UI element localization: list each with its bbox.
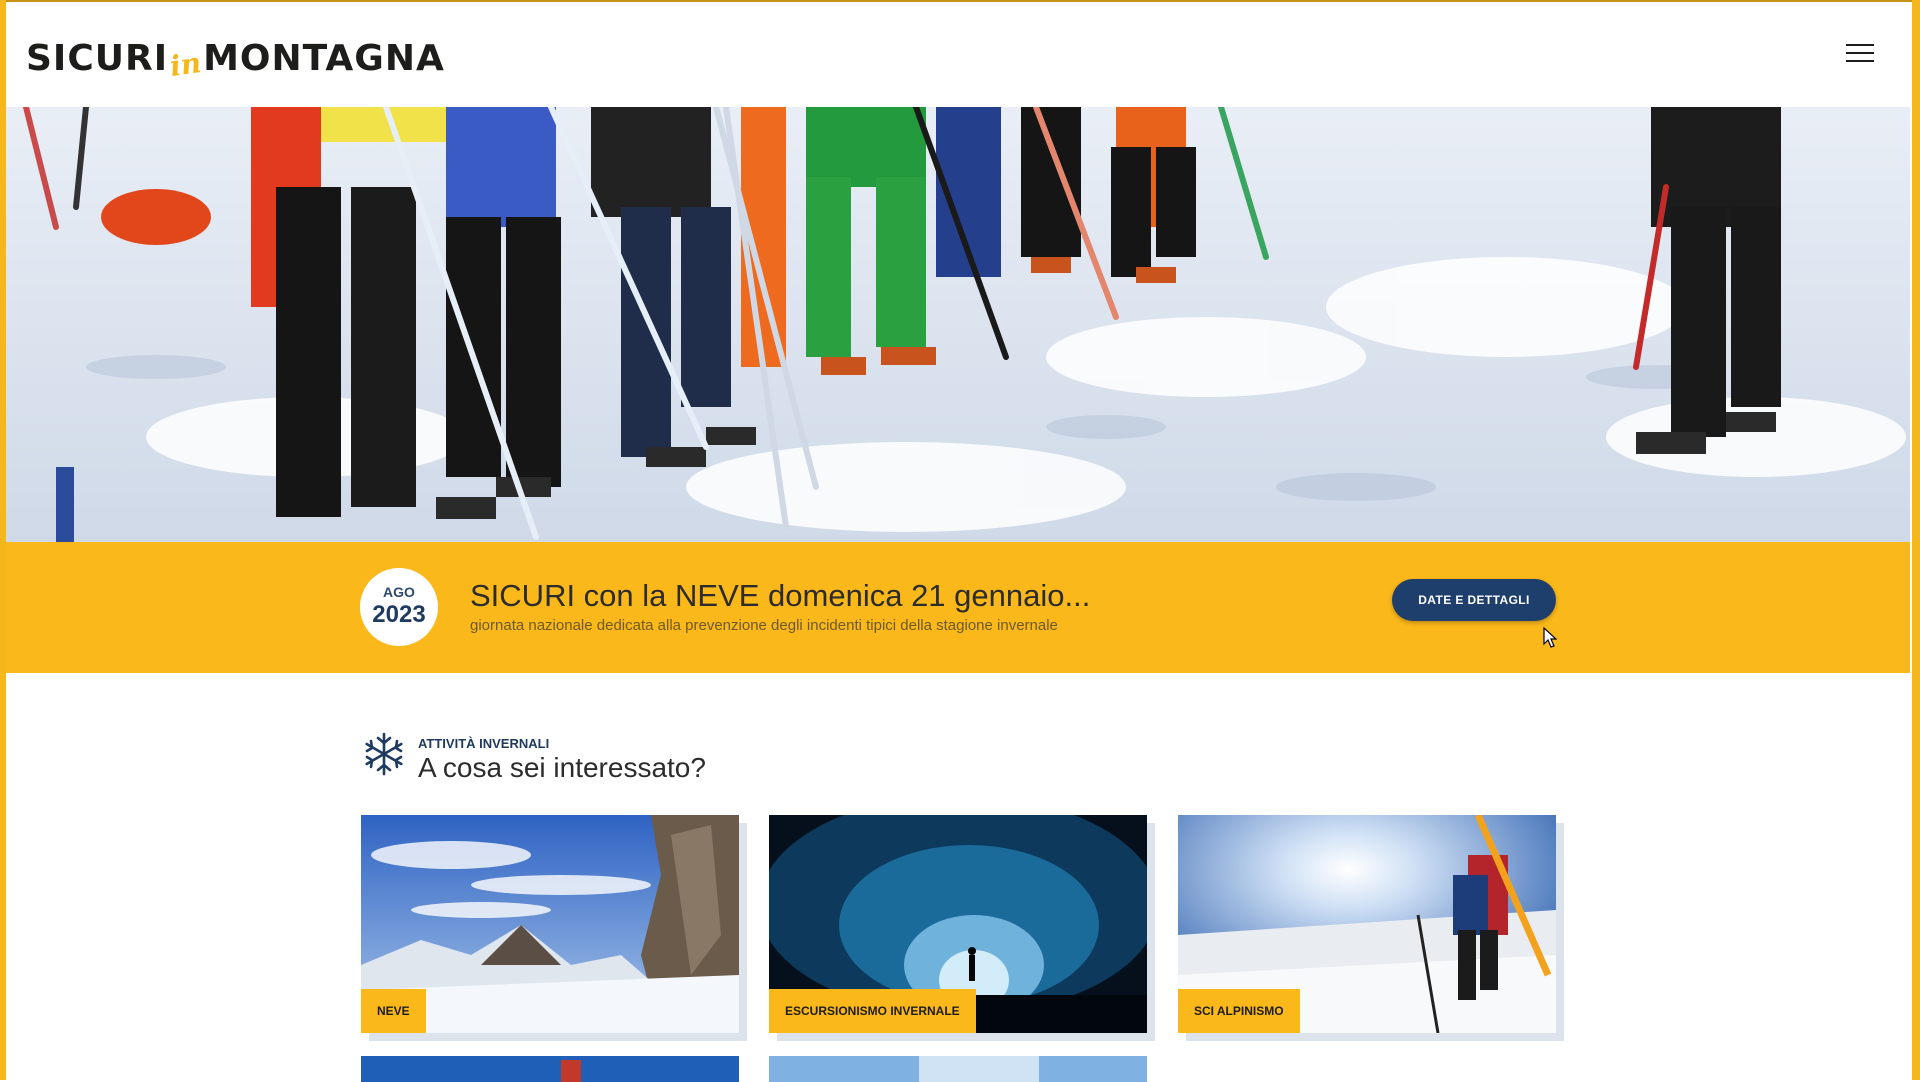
site-logo[interactable]: SICURI in MONTAGNA <box>26 32 445 84</box>
event-banner: AGO 2023 SICURI con la NEVE domenica 21 … <box>6 542 1910 673</box>
event-date-badge: AGO 2023 <box>360 568 438 646</box>
card-partial-1-image <box>361 1056 739 1082</box>
interests-title: A cosa sei interessato? <box>418 752 706 783</box>
card-partial-1[interactable] <box>361 1056 739 1082</box>
card-escursionismo-invernale[interactable]: ESCURSIONISMO INVERNALE <box>769 815 1147 1033</box>
card-neve[interactable]: NEVE <box>361 815 739 1033</box>
logo-text-sicuri: SICURI <box>26 37 169 79</box>
event-subtitle: giornata nazionale dedicata alla prevenz… <box>470 617 1058 634</box>
site-header: SICURI in MONTAGNA <box>6 2 1910 107</box>
snowflake-icon <box>365 732 403 776</box>
card-label: ESCURSIONISMO INVERNALE <box>769 989 976 1033</box>
interests-kicker: ATTIVITÀ INVERNALI <box>418 736 550 751</box>
event-month: AGO <box>383 584 415 600</box>
card-label: SCI ALPINISMO <box>1178 989 1300 1033</box>
date-details-button[interactable]: DATE E DETTAGLI <box>1392 579 1556 621</box>
card-partial-2-image <box>769 1056 1147 1082</box>
hamburger-menu-icon[interactable] <box>1846 44 1874 66</box>
event-title[interactable]: SICURI con la NEVE domenica 21 gennaio..… <box>470 578 1090 614</box>
event-year: 2023 <box>372 601 426 628</box>
card-label: NEVE <box>361 989 426 1033</box>
card-sci-alpinismo[interactable]: SCI ALPINISMO <box>1178 815 1556 1033</box>
logo-text-montagna: MONTAGNA <box>203 37 445 79</box>
hero-image <box>6 107 1910 542</box>
mouse-cursor-icon <box>1543 627 1557 648</box>
right-border <box>1912 0 1920 1080</box>
logo-text-in: in <box>167 45 204 83</box>
card-partial-2[interactable] <box>769 1056 1147 1082</box>
